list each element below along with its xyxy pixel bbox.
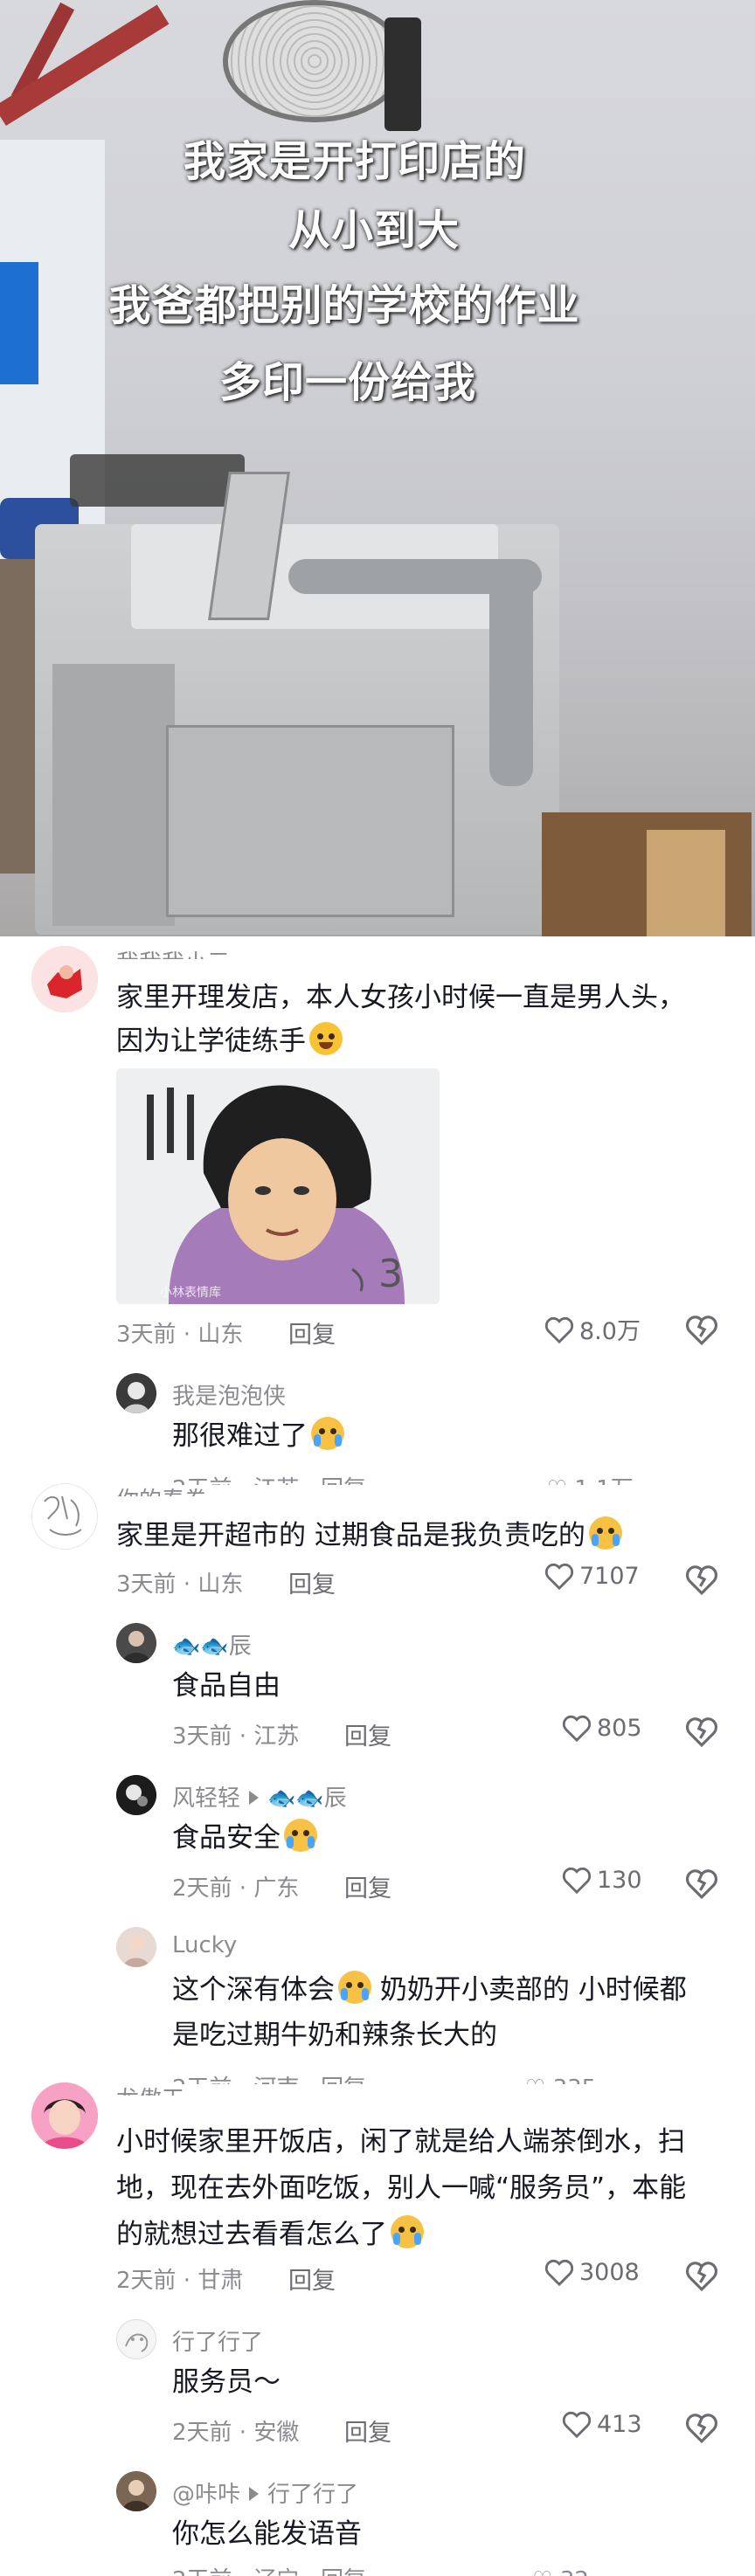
reply-username[interactable]: @咔咔 行了行了 <box>172 2476 358 2509</box>
cry-emoji-icon <box>338 1971 371 2004</box>
reply-arrow-icon <box>249 2487 260 2501</box>
avatar[interactable] <box>116 1775 156 1815</box>
reply-time-location: 2天前 · 广东 <box>172 1875 300 1902</box>
heart-icon <box>562 1867 592 1894</box>
video-caption-line: 我爸都把别的学校的作业 <box>108 281 580 330</box>
table-items-image <box>70 454 245 507</box>
reply-username[interactable]: 行了行了 <box>172 2324 263 2357</box>
reply-button[interactable]: 回复 <box>288 2262 336 2296</box>
dislike-heart-icon[interactable] <box>685 2412 718 2443</box>
like-count: 413 <box>597 2410 642 2438</box>
comment-text: 小时候家里开饭店，闲了就是给人端茶倒水，扫 <box>116 2126 685 2158</box>
like-button[interactable]: 805 <box>562 1714 642 1742</box>
box-image <box>647 830 725 936</box>
dislike-heart-icon[interactable] <box>685 1314 718 1345</box>
avatar[interactable] <box>116 1927 156 1967</box>
sticker-watermark: 小林表情库 <box>160 1286 221 1300</box>
reply-text: 这个深有体会 奶奶开小卖部的 小时候都 <box>172 1965 687 2014</box>
reply-arrow-icon <box>249 1791 260 1805</box>
like-button[interactable]: 7107 <box>544 1562 640 1590</box>
dislike-heart-icon[interactable] <box>685 1564 718 1595</box>
heart-icon <box>562 1715 592 1742</box>
printer-front-image <box>52 664 175 926</box>
printer-door-image <box>166 725 454 917</box>
reply-button[interactable]: 回复 <box>344 1869 391 1903</box>
reply-button[interactable]: 回复 <box>288 1316 336 1350</box>
heart-icon <box>544 1316 574 1343</box>
reply-time-location: 3天前 · 江苏 <box>172 1723 300 1750</box>
comment-text: 的就想过去看看怎么了 <box>116 2210 424 2259</box>
reply-meta-truncated: 2天前 · 河南 回复 ♡ 335 <box>172 2070 679 2084</box>
video-caption-line: 从小到大 <box>287 206 460 255</box>
avatar[interactable] <box>116 1623 156 1663</box>
avatar[interactable] <box>31 1483 98 1550</box>
reply-username[interactable]: 🐟🐟辰 <box>172 1628 252 1661</box>
reply-username[interactable]: Lucky <box>172 1932 237 1958</box>
like-count: 7107 <box>579 1562 640 1590</box>
printer-arm-image <box>489 559 533 786</box>
comment-time-location: 3天前 · 山东 <box>116 1571 244 1598</box>
cry-emoji-icon <box>588 1516 622 1550</box>
like-button[interactable]: 413 <box>562 2410 642 2438</box>
cry-emoji-icon <box>311 1417 344 1450</box>
like-count: 130 <box>597 1866 642 1894</box>
heart-icon <box>544 1563 574 1590</box>
reply-meta-truncated: 2天前 · 辽宁 回复 ♡ 32 <box>172 2562 679 2576</box>
dislike-heart-icon[interactable] <box>685 2260 718 2291</box>
comment-text: 家里开理发店，本人女孩小时候一直是男人头， <box>116 982 685 1013</box>
avatar[interactable] <box>116 2319 156 2359</box>
reply-text: 食品安全 <box>172 1813 317 1862</box>
ceiling-pipe-decoration <box>0 4 170 127</box>
comment-text: 因为让学徒练手 <box>116 1017 343 1066</box>
like-button[interactable]: 130 <box>562 1866 642 1894</box>
dislike-heart-icon[interactable] <box>685 1868 718 1899</box>
like-button[interactable]: 3008 <box>544 2258 640 2286</box>
reply-button[interactable]: 回复 <box>344 2414 391 2448</box>
reply-username[interactable]: 风轻轻 🐟🐟辰 <box>172 1780 347 1813</box>
like-count: 8.0万 <box>579 1318 641 1345</box>
like-count: 3008 <box>579 2258 640 2286</box>
reply-text: 是吃过期牛奶和辣条长大的 <box>172 2020 497 2051</box>
smile-emoji-icon <box>309 1022 343 1055</box>
fan-body-image <box>384 17 421 131</box>
cry-emoji-icon <box>284 1819 317 1852</box>
comment-text: 家里是开超市的 过期食品是我负责吃的 <box>116 1511 622 1560</box>
video-caption-line: 多印一份给我 <box>218 358 476 407</box>
comment-text: 地，现在去外面吃饭，别人一喊“服务员”，本能 <box>116 2172 687 2204</box>
video-frame[interactable]: 我家是开打印店的 从小到大 我爸都把别的学校的作业 多印一份给我 <box>0 0 755 936</box>
like-button[interactable]: 8.0万 <box>544 1312 641 1346</box>
comment-username[interactable]: 我我我小元 <box>116 945 230 959</box>
avatar[interactable] <box>116 2471 156 2511</box>
wall-fan-image <box>223 0 406 122</box>
avatar[interactable] <box>31 946 98 1012</box>
reply-button[interactable]: 回复 <box>344 1717 391 1751</box>
svg-text:3: 3 <box>378 1252 403 1296</box>
cry-emoji-icon <box>391 2215 424 2248</box>
comment-username[interactable]: 龙傲天 <box>116 2082 184 2096</box>
comment-username[interactable]: 你的春卷 <box>116 1482 207 1496</box>
comment-time-location: 2天前 · 甘肃 <box>116 2268 244 2294</box>
reply-button[interactable]: 回复 <box>288 1565 336 1599</box>
heart-icon <box>544 2259 574 2286</box>
avatar[interactable] <box>31 2082 98 2149</box>
dislike-heart-icon[interactable] <box>685 1716 718 1747</box>
reply-text: 你怎么能发语音 <box>172 2518 362 2550</box>
comment-time-location: 3天前 · 山东 <box>116 1322 244 1348</box>
reply-text: 服务员～ <box>172 2366 281 2398</box>
comment-sticker-image[interactable]: 3 小林表情库 <box>116 1068 440 1304</box>
reply-text: 那很难过了 <box>172 1412 344 1461</box>
reply-text: 食品自由 <box>172 1670 281 1702</box>
heart-icon <box>562 2411 592 2438</box>
reply-username[interactable]: 我是泡泡侠 <box>172 1378 286 1411</box>
video-caption-line: 我家是开打印店的 <box>183 137 526 186</box>
avatar[interactable] <box>116 1373 156 1413</box>
reply-time-location: 2天前 · 安徽 <box>172 2420 300 2446</box>
reply-meta-truncated: 2天前 · 江苏 回复 ♡ 1.1万 <box>172 1471 679 1485</box>
like-count: 805 <box>597 1714 642 1742</box>
